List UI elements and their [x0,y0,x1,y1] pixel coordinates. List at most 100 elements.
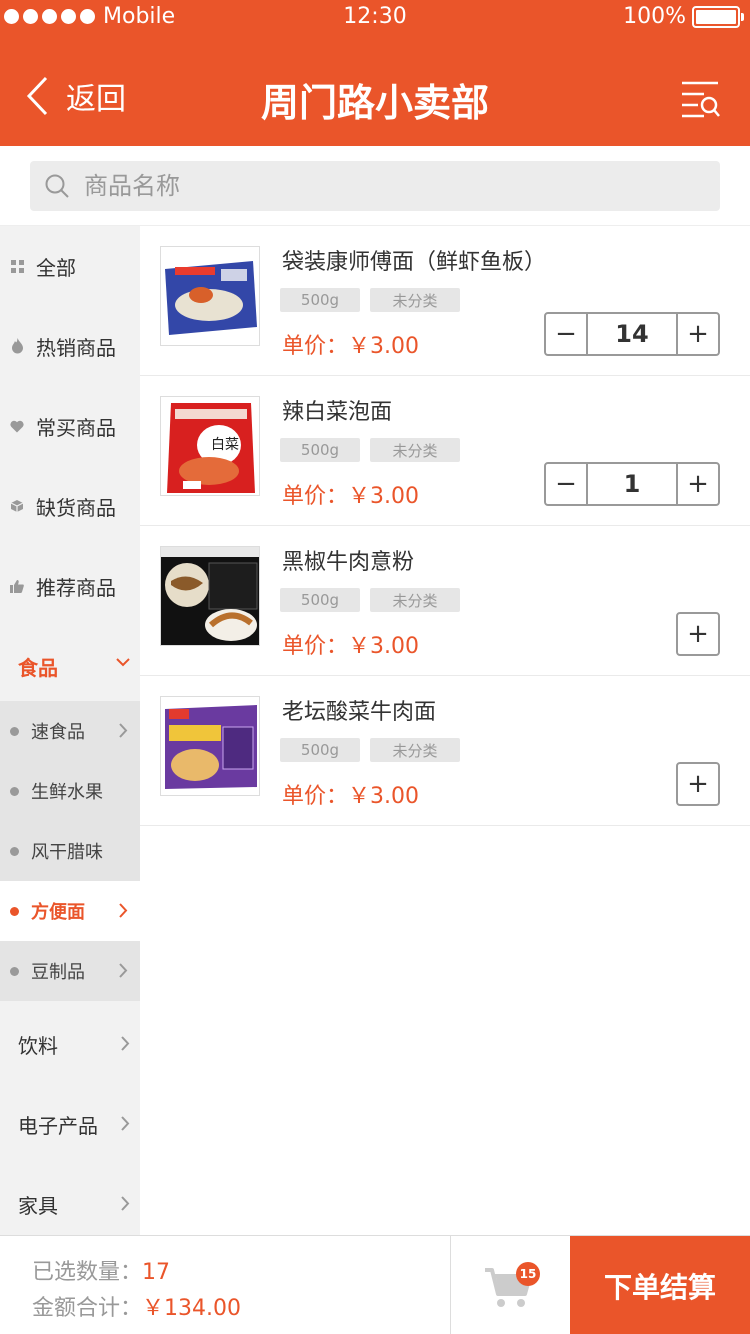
product-image [160,696,260,796]
quantity-value[interactable]: 1 [586,464,678,504]
product-image [160,246,260,346]
bullet-icon [10,846,19,856]
back-button[interactable]: 返回 [26,74,126,118]
sidebar-item-label: 全部 [36,255,76,280]
product-image: 白菜 [160,396,260,496]
selected-count: 已选数量：17 [32,1254,170,1286]
product-item[interactable]: 袋装康师傅面（鲜虾鱼板） 500g 未分类 单价：￥3.00 − 14 + [140,226,750,376]
checkout-button[interactable]: 下单结算 [570,1236,750,1334]
svg-text:白菜: 白菜 [211,437,239,453]
chevron-left-icon [26,76,48,116]
category-food[interactable]: 食品 [0,626,140,706]
category-tag: 未分类 [370,738,460,762]
list-search-icon [682,81,720,118]
category-sidebar: 全部 热销商品 常买商品 缺货商品 推荐商品 食品 速食品 生鲜水果 风干腊味 … [0,226,140,1235]
sidebar-item-out-of-stock[interactable]: 缺货商品 [0,466,140,546]
total-amount: 金额合计：￥134.00 [32,1290,241,1322]
subcategory-fast-food[interactable]: 速食品 [0,701,140,761]
product-item[interactable]: 白菜 辣白菜泡面 500g 未分类 单价：￥3.00 − 1 + [140,376,750,526]
sidebar-item-all[interactable]: 全部 [0,226,140,306]
product-image [160,546,260,646]
category-label: 家具 [18,1193,58,1218]
product-name: 黑椒牛肉意粉 [282,550,415,575]
chevron-right-icon [121,1036,130,1051]
product-price: 单价：￥3.00 [282,484,419,509]
weight-tag: 500g [280,588,360,612]
decrement-button[interactable]: − [546,464,586,504]
app-header: Mobile 12:30 100% 返回 周门路小卖部 [0,0,750,146]
battery-percent: 100% [623,4,686,29]
bullet-icon [10,906,19,916]
category-label: 电子产品 [18,1113,98,1138]
add-button[interactable]: + [676,612,720,656]
bullet-icon [10,966,19,976]
cart-button[interactable]: 15 [450,1236,570,1334]
bullet-icon [10,786,19,796]
add-button[interactable]: + [676,762,720,806]
selected-count-value: 17 [142,1260,171,1285]
status-bar: Mobile 12:30 100% [0,0,750,36]
quantity-stepper: − 14 + [544,312,720,356]
product-price: 单价：￥3.00 [282,634,419,659]
sidebar-item-label: 缺货商品 [36,495,116,520]
nav-bar: 返回 周门路小卖部 [0,50,750,146]
quantity-value[interactable]: 14 [586,314,678,354]
subcategory-label: 风干腊味 [31,842,103,863]
subcategory-soy-products[interactable]: 豆制品 [0,941,140,1001]
chevron-right-icon [119,903,128,918]
weight-tag: 500g [280,438,360,462]
search-bar [0,146,750,226]
category-furniture[interactable]: 家具 [0,1164,140,1244]
grid-icon [10,259,24,273]
selected-count-label: 已选数量： [32,1260,143,1285]
weight-tag: 500g [280,738,360,762]
chevron-right-icon [119,723,128,738]
total-amount-label: 金额合计： [32,1296,143,1321]
quantity-stepper: − 1 + [544,462,720,506]
decrement-button[interactable]: − [546,314,586,354]
product-item[interactable]: 老坛酸菜牛肉面 500g 未分类 单价：￥3.00 + [140,676,750,826]
sidebar-item-label: 推荐商品 [36,575,116,600]
battery-status: 100% [623,4,744,29]
category-tag: 未分类 [370,588,460,612]
category-electronics[interactable]: 电子产品 [0,1084,140,1164]
category-label: 饮料 [18,1033,58,1058]
sidebar-item-hot[interactable]: 热销商品 [0,306,140,386]
chevron-right-icon [119,963,128,978]
sidebar-item-frequent[interactable]: 常买商品 [0,386,140,466]
search-icon [45,174,69,198]
subcategory-label: 豆制品 [31,962,85,983]
subcategory-label: 速食品 [31,722,85,743]
category-drinks[interactable]: 饮料 [0,1004,140,1084]
sidebar-item-label: 常买商品 [36,415,116,440]
category-tag: 未分类 [370,288,460,312]
search-box[interactable] [30,161,720,211]
chevron-down-icon [116,658,130,667]
product-name: 袋装康师傅面（鲜虾鱼板） [282,250,547,275]
product-price: 单价：￥3.00 [282,784,419,809]
cart-footer: 已选数量：17 金额合计：￥134.00 15 下单结算 [0,1235,750,1334]
bullet-icon [10,726,19,736]
sidebar-item-label: 热销商品 [36,335,116,360]
category-food-label: 食品 [18,655,58,680]
subcategory-label: 生鲜水果 [31,782,103,803]
heart-icon [10,419,24,433]
thumbs-up-icon [10,579,24,593]
increment-button[interactable]: + [678,314,718,354]
subcategory-cured-meat[interactable]: 风干腊味 [0,821,140,881]
battery-icon [692,5,744,28]
search-input[interactable] [84,172,684,200]
subcategory-fresh-fruit[interactable]: 生鲜水果 [0,761,140,821]
weight-tag: 500g [280,288,360,312]
product-name: 老坛酸菜牛肉面 [282,700,437,725]
filter-search-button[interactable] [680,80,722,120]
product-name: 辣白菜泡面 [282,400,393,425]
product-item[interactable]: 黑椒牛肉意粉 500g 未分类 单价：￥3.00 + [140,526,750,676]
total-amount-value: ￥134.00 [142,1296,241,1321]
back-label: 返回 [66,82,126,117]
subcategory-instant-noodles[interactable]: 方便面 [0,881,140,941]
chevron-right-icon [121,1196,130,1211]
increment-button[interactable]: + [678,464,718,504]
box-icon [10,499,24,513]
sidebar-item-recommended[interactable]: 推荐商品 [0,546,140,626]
